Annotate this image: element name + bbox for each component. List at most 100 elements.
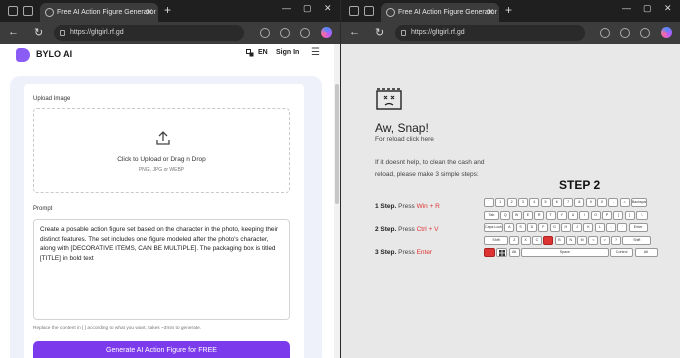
collections-icon[interactable] (640, 28, 650, 38)
collections-icon[interactable] (300, 28, 310, 38)
upload-instructions: Click to Upload or Drag n Drop (117, 156, 206, 163)
minimize-icon[interactable]: — (622, 3, 631, 13)
keyboard-key: F (538, 223, 549, 232)
keyboard-key: O (590, 210, 601, 220)
new-tab-icon[interactable]: + (164, 3, 171, 17)
close-tab-icon[interactable]: ✕ (486, 3, 494, 22)
keyboard-key (543, 235, 554, 245)
generate-button[interactable]: Generate AI Action Figure for FREE (33, 341, 290, 358)
lock-icon (401, 30, 406, 36)
keyboard-key: W (511, 210, 522, 220)
keyboard-key: 7 (563, 198, 574, 207)
keyboard-key: Enter (628, 223, 648, 232)
prompt-label: Prompt (33, 206, 53, 212)
keyboard-key: A (504, 223, 515, 232)
language-selector[interactable]: EN (258, 49, 268, 56)
keyboard-key: G (549, 223, 560, 232)
keyboard-key: Y (556, 210, 567, 220)
workspaces-icon[interactable] (349, 6, 359, 16)
browser-tab[interactable]: Free AI Action Figure Generator ✕ (381, 3, 499, 22)
logo-icon[interactable] (16, 48, 30, 62)
favorites-icon[interactable] (280, 28, 290, 38)
upload-label: Upload Image (33, 96, 71, 102)
help-text: If it doesnt help, to clean the cash and… (375, 159, 485, 178)
brand-name[interactable]: BYLO AI (36, 49, 72, 59)
upload-icon (156, 131, 170, 145)
extensions-icon[interactable] (600, 28, 610, 38)
keyboard-key: \ (635, 210, 648, 220)
refresh-icon[interactable]: ↻ (34, 26, 43, 39)
keyboard-key: D (526, 223, 537, 232)
sad-tab-icon (376, 88, 402, 110)
maximize-icon[interactable]: ▢ (643, 3, 652, 14)
back-icon[interactable]: ← (349, 26, 360, 38)
lock-icon (60, 30, 65, 36)
globe-icon (386, 8, 395, 17)
refresh-icon[interactable]: ↻ (375, 26, 384, 39)
keyboard-key: 9 (585, 198, 596, 207)
tab-actions-icon[interactable] (23, 6, 33, 16)
close-tab-icon[interactable]: ✕ (145, 3, 153, 22)
keyboard-key: Shift (622, 235, 652, 245)
keyboard-key: < (588, 235, 599, 245)
minimize-icon[interactable]: — (282, 3, 291, 13)
keyboard-key: 2 (506, 198, 517, 207)
keyboard-illustration: `1234567890-=Backspace TabQWERTYUIOP[]\ Ca… (484, 198, 676, 260)
keyboard-key: 0 (597, 198, 607, 207)
url-field[interactable]: https://gltgirl.rf.gd (54, 25, 244, 41)
keyboard-key: T (545, 210, 556, 220)
keyboard-key: Caps Lock (484, 223, 503, 232)
keyboard-key: 1 (495, 198, 506, 207)
tab-bar: Free AI Action Figure Generator ✕ + — ▢ … (0, 0, 340, 22)
keyboard-key: ; (606, 223, 616, 232)
keyboard-key: Backspace (630, 198, 647, 207)
keyboard-key: Tab (484, 210, 499, 220)
browser-tab[interactable]: Free AI Action Figure Generator ✕ (40, 3, 158, 22)
reload-link[interactable]: For reload click here (375, 136, 434, 143)
back-icon[interactable]: ← (8, 26, 19, 38)
keyboard-key: N (565, 235, 576, 245)
step-3: 3 Step. Press Enter (375, 249, 433, 256)
keyboard-key: M (577, 235, 588, 245)
prompt-hint: Replace the content in [ ] according to … (33, 326, 202, 331)
keyboard-key: U (568, 210, 579, 220)
prompt-textarea[interactable]: Create a posable action figure set based… (33, 219, 290, 320)
new-tab-icon[interactable]: + (505, 3, 512, 17)
upload-dropzone[interactable]: Click to Upload or Drag n Drop PNG, JPG … (33, 108, 290, 193)
keyboard-key: - (608, 198, 619, 207)
keyboard-key: 4 (529, 198, 540, 207)
keyboard-key: Q (500, 210, 511, 220)
extensions-icon[interactable] (260, 28, 270, 38)
favorites-icon[interactable] (620, 28, 630, 38)
close-window-icon[interactable]: ✕ (324, 3, 332, 14)
tab-actions-icon[interactable] (364, 6, 374, 16)
keyboard-key: 3 (517, 198, 528, 207)
keyboard-key: Control (610, 248, 634, 257)
windows-key-icon (496, 248, 508, 257)
maximize-icon[interactable]: ▢ (303, 3, 312, 14)
step2-heading: STEP 2 (559, 178, 601, 192)
url-field[interactable]: https://gltgirl.rf.gd (395, 25, 585, 41)
close-window-icon[interactable]: ✕ (664, 3, 672, 14)
browser-window-left: Free AI Action Figure Generator ✕ + — ▢ … (0, 0, 340, 358)
sign-in-link[interactable]: Sign In (276, 49, 299, 56)
keyboard-key: B (554, 235, 565, 245)
keyboard-key: 6 (551, 198, 562, 207)
keyboard-key: C (531, 235, 542, 245)
workspaces-icon[interactable] (8, 6, 18, 16)
keyboard-key: ` (484, 198, 494, 207)
copilot-icon[interactable] (321, 27, 332, 38)
copilot-icon[interactable] (661, 27, 672, 38)
step-2: 2 Step. Press Ctrl + V (375, 226, 439, 233)
keyboard-key: H (560, 223, 571, 232)
keyboard-key: > (599, 235, 610, 245)
hamburger-menu-icon[interactable]: ☰ (311, 47, 320, 58)
address-bar: ← ↻ https://gltgirl.rf.gd (341, 22, 680, 44)
keyboard-key: J (572, 223, 583, 232)
keyboard-key: X (520, 235, 531, 245)
keyboard-key: L (594, 223, 605, 232)
globe-icon (45, 8, 54, 17)
translate-icon[interactable] (246, 49, 254, 57)
keyboard-key: R (534, 210, 545, 220)
scrollbar[interactable] (334, 44, 340, 358)
